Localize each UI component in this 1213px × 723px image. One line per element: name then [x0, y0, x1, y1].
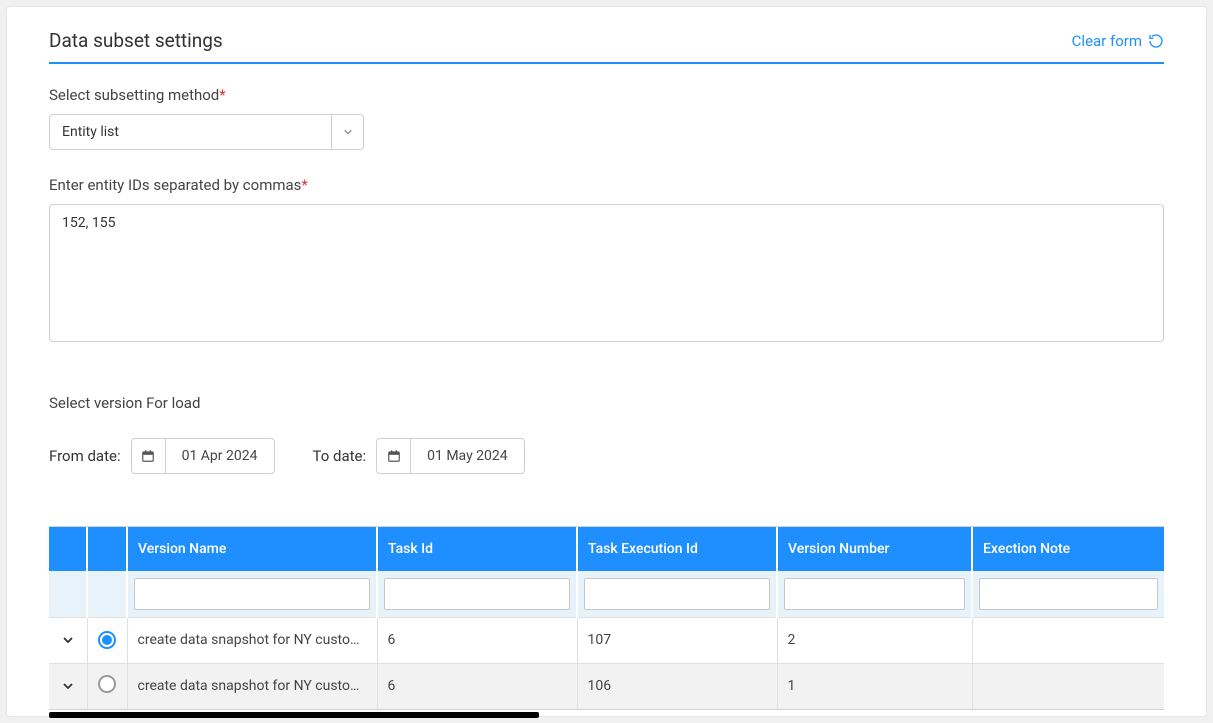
- filter-task-id[interactable]: [384, 578, 570, 610]
- ids-label-text: Enter entity IDs separated by commas: [49, 176, 301, 194]
- calendar-icon: [377, 439, 411, 473]
- cell-version-number: 1: [777, 663, 972, 709]
- method-select-value: Entity list: [50, 124, 331, 140]
- header-task-id[interactable]: Task Id: [377, 527, 577, 571]
- chevron-down-icon: [62, 634, 74, 646]
- method-label-text: Select subsetting method: [49, 86, 219, 104]
- cell-execution-note: [972, 663, 1164, 709]
- filter-task-execution-id[interactable]: [584, 578, 770, 610]
- horizontal-scrollbar[interactable]: [49, 712, 539, 718]
- ids-label: Enter entity IDs separated by commas*: [49, 176, 1164, 194]
- header-version-name[interactable]: Version Name: [127, 527, 377, 571]
- cell-version-number: 2: [777, 617, 972, 663]
- filter-cell-expand: [49, 571, 87, 617]
- version-section-label: Select version For load: [49, 394, 1164, 412]
- table-filter-row: [49, 571, 1164, 617]
- cell-version-name: create data snapshot for NY custo…: [127, 617, 377, 663]
- calendar-icon: [132, 439, 166, 473]
- to-date-group: To date: 01 May 2024: [313, 438, 525, 474]
- entity-ids-input[interactable]: [49, 204, 1164, 342]
- cell-version-name: create data snapshot for NY custo…: [127, 663, 377, 709]
- required-asterisk: *: [301, 176, 307, 194]
- row-radio[interactable]: [98, 631, 116, 649]
- table-header-row: Version Name Task Id Task Execution Id V…: [49, 527, 1164, 571]
- chevron-down-icon: [62, 680, 74, 692]
- filter-version-name[interactable]: [134, 578, 370, 610]
- row-radio[interactable]: [98, 675, 116, 693]
- header-select: [87, 527, 127, 571]
- header-task-execution-id[interactable]: Task Execution Id: [577, 527, 777, 571]
- from-date-group: From date: 01 Apr 2024: [49, 438, 275, 474]
- cell-task-execution-id: 106: [577, 663, 777, 709]
- expand-row-button[interactable]: [59, 664, 77, 710]
- clear-form-label: Clear form: [1072, 32, 1142, 50]
- table-row[interactable]: create data snapshot for NY custo… 6 106…: [49, 663, 1164, 709]
- refresh-icon: [1148, 33, 1164, 49]
- header-execution-note[interactable]: Exection Note: [972, 527, 1164, 571]
- chevron-down-icon: [331, 115, 363, 149]
- method-select[interactable]: Entity list: [49, 114, 364, 150]
- date-range-row: From date: 01 Apr 2024 To date: 01 May 2…: [49, 438, 1164, 474]
- filter-version-number[interactable]: [784, 578, 965, 610]
- method-label: Select subsetting method*: [49, 86, 1164, 104]
- to-date-value: 01 May 2024: [411, 448, 524, 464]
- to-date-picker[interactable]: 01 May 2024: [376, 438, 525, 474]
- to-date-label: To date:: [313, 447, 367, 465]
- cell-task-id: 6: [377, 617, 577, 663]
- panel-header: Data subset settings Clear form: [49, 29, 1164, 64]
- from-date-value: 01 Apr 2024: [166, 448, 274, 464]
- table-row[interactable]: create data snapshot for NY custo… 6 107…: [49, 617, 1164, 663]
- header-expand: [49, 527, 87, 571]
- data-subset-panel: Data subset settings Clear form Select s…: [6, 6, 1207, 717]
- cell-task-execution-id: 107: [577, 617, 777, 663]
- clear-form-button[interactable]: Clear form: [1072, 32, 1164, 50]
- cell-task-id: 6: [377, 663, 577, 709]
- filter-cell-select: [87, 571, 127, 617]
- header-version-number[interactable]: Version Number: [777, 527, 972, 571]
- expand-row-button[interactable]: [59, 618, 77, 663]
- filter-execution-note[interactable]: [979, 578, 1158, 610]
- from-date-label: From date:: [49, 447, 121, 465]
- versions-table: Version Name Task Id Task Execution Id V…: [49, 526, 1164, 710]
- required-asterisk: *: [219, 86, 225, 104]
- from-date-picker[interactable]: 01 Apr 2024: [131, 438, 275, 474]
- cell-execution-note: [972, 617, 1164, 663]
- panel-title: Data subset settings: [49, 29, 223, 52]
